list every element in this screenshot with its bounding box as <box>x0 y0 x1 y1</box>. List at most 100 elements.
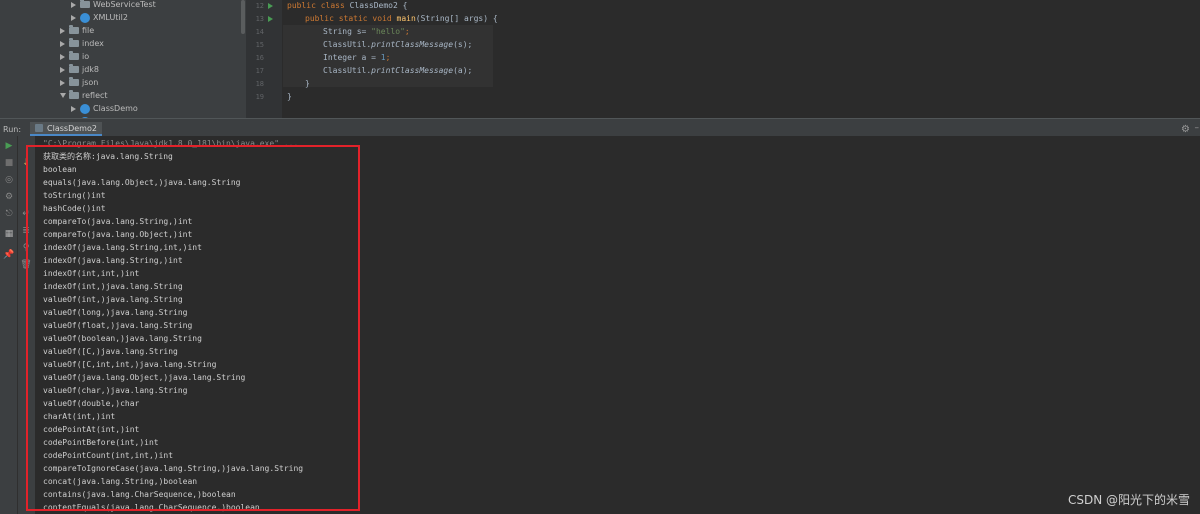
console-line: valueOf(char,)java.lang.String <box>43 386 188 395</box>
settings-icon[interactable]: ⚙ <box>4 192 14 202</box>
console-line: valueOf(java.lang.Object,)java.lang.Stri… <box>43 373 246 382</box>
chevron-right-icon[interactable] <box>59 66 66 74</box>
run-toolbar: ▶ ■ ◎ ⚙ ⎋ ▦ 📌 <box>0 136 18 514</box>
console-line: equals(java.lang.Object,)java.lang.Strin… <box>43 178 241 187</box>
code-line-14: String s= "hello"; <box>323 27 410 36</box>
tab-label: ClassDemo2 <box>47 123 97 133</box>
chevron-right-icon[interactable] <box>70 105 77 113</box>
tree-item-label: index <box>82 39 104 48</box>
print-icon[interactable]: ≣ <box>21 226 31 236</box>
soft-wrap-icon[interactable]: ↵ <box>21 209 31 219</box>
tree-item-reflect[interactable]: reflect <box>59 89 108 102</box>
console-line: valueOf(float,)java.lang.String <box>43 321 193 330</box>
tab-classdemo2[interactable]: ClassDemo2 <box>30 122 102 136</box>
tree-item-label: WebServiceTest <box>93 0 156 9</box>
console-line: compareToIgnoreCase(java.lang.String,)ja… <box>43 464 304 473</box>
code-line-15: ClassUtil.printClassMessage(s); <box>323 40 473 49</box>
run-toolbar-secondary: ⇣ ↵ ≣ ⚲ 🗑 <box>18 136 35 514</box>
console-line: compareTo(java.lang.Object,)int <box>43 230 193 239</box>
console-line: valueOf(int,)java.lang.String <box>43 295 183 304</box>
pin-icon[interactable]: 📌 <box>3 250 14 260</box>
hide-panel-icon[interactable]: – <box>1195 123 1200 133</box>
console-line: indexOf(int,int,)int <box>43 269 140 278</box>
folder-icon <box>69 77 79 86</box>
line-number: 15 <box>255 41 264 49</box>
console-line: contains(java.lang.CharSequence,)boolean <box>43 490 236 499</box>
tree-item-label: reflect <box>82 91 108 100</box>
console-line: compareTo(java.lang.String,)int <box>43 217 193 226</box>
watermark: CSDN @阳光下的米雪 <box>1067 493 1190 507</box>
console-output[interactable]: "C:\Program Files\Java\jdk1.8.0_181\bin\… <box>35 136 1200 514</box>
chevron-right-icon[interactable] <box>59 40 66 48</box>
folder-icon <box>80 0 90 8</box>
line-number: 13 <box>255 15 264 23</box>
console-line: contentEquals(java.lang.CharSequence,)bo… <box>43 503 260 512</box>
editor-gutter: 12 13 14 15 16 17 18 19 <box>246 0 282 118</box>
console-command: "C:\Program Files\Java\jdk1.8.0_181\bin\… <box>43 139 299 148</box>
tree-item-label: io <box>82 52 90 61</box>
java-class-icon <box>80 103 90 114</box>
tree-item-json[interactable]: json <box>59 76 98 89</box>
console-line: hashCode()int <box>43 204 106 213</box>
console-line: valueOf([C,)java.lang.String <box>43 347 178 356</box>
gear-icon[interactable]: ⚙ <box>1181 124 1190 135</box>
dump-threads-icon[interactable]: ◎ <box>4 175 14 185</box>
tree-item-file[interactable]: file <box>59 24 94 37</box>
code-line-12: public class ClassDemo2 { <box>287 1 408 10</box>
layout-icon[interactable]: ▦ <box>4 229 14 239</box>
stop-icon[interactable]: ■ <box>4 158 14 168</box>
console-line: codePointCount(int,int,)int <box>43 451 174 460</box>
console-line: valueOf([C,int,int,)java.lang.String <box>43 360 217 369</box>
tree-item-classdemo[interactable]: ClassDemo <box>70 102 138 115</box>
console-line: valueOf(double,)char <box>43 399 140 408</box>
console-line: indexOf(java.lang.String,int,)int <box>43 243 202 252</box>
chevron-down-icon[interactable] <box>59 92 66 100</box>
tree-item-index[interactable]: index <box>59 37 104 50</box>
folder-icon <box>69 64 79 73</box>
tree-item-jdk8[interactable]: jdk8 <box>59 63 99 76</box>
chevron-right-icon[interactable] <box>70 14 77 22</box>
exit-icon[interactable]: ⎋ <box>4 209 14 219</box>
line-number: 17 <box>255 67 264 75</box>
chevron-right-icon[interactable] <box>70 1 77 9</box>
run-header: Run: ClassDemo2 ⚙ – <box>0 122 1200 136</box>
line-number: 19 <box>255 93 264 101</box>
code-line-17: ClassUtil.printClassMessage(a); <box>323 66 473 75</box>
run-main-icon[interactable] <box>268 16 273 22</box>
tree-item-io[interactable]: io <box>59 50 89 63</box>
console-line: toString()int <box>43 191 106 200</box>
project-tree-panel: WebServiceTest XMLUtil2 file index io jdk8 jso… <box>0 0 246 118</box>
clear-icon[interactable]: 🗑 <box>20 260 31 270</box>
console-line: boolean <box>43 165 77 174</box>
tree-item-label: ClassDemo <box>93 104 138 113</box>
console-line: charAt(int,)int <box>43 412 116 421</box>
tree-scrollbar[interactable] <box>241 0 245 34</box>
run-class-icon[interactable] <box>268 3 273 9</box>
folder-icon <box>69 51 79 60</box>
console-line: 获取类的名称:java.lang.String <box>43 152 173 161</box>
console-line: indexOf(int,)java.lang.String <box>43 282 183 291</box>
tree-item-xmlutil2[interactable]: XMLUtil2 <box>70 11 128 24</box>
tree-item-label: XMLUtil2 <box>93 13 128 22</box>
code-editor[interactable]: 12 13 14 15 16 17 18 19 public class ClassDemo2… <box>246 0 1200 118</box>
line-number: 18 <box>255 80 264 88</box>
scroll-to-end-icon[interactable]: ⇣ <box>21 158 31 168</box>
rerun-icon[interactable]: ▶ <box>4 141 14 151</box>
run-title: Run: <box>3 124 22 134</box>
java-class-icon <box>80 12 90 23</box>
java-class-icon <box>35 124 44 132</box>
chevron-right-icon[interactable] <box>59 79 66 87</box>
tree-item-webservicetest[interactable]: WebServiceTest <box>70 0 156 11</box>
folder-icon <box>69 90 79 99</box>
chevron-right-icon[interactable] <box>59 27 66 35</box>
code-line-16: Integer a = 1; <box>323 53 391 62</box>
filter-icon[interactable]: ⚲ <box>21 243 31 253</box>
folder-icon <box>69 25 79 34</box>
line-number: 16 <box>255 54 264 62</box>
code-line-18: } <box>305 79 310 88</box>
console-line: valueOf(long,)java.lang.String <box>43 308 188 317</box>
console-line: concat(java.lang.String,)boolean <box>43 477 198 486</box>
tree-item-label: jdk8 <box>82 65 100 74</box>
console-line: codePointAt(int,)int <box>43 425 140 434</box>
chevron-right-icon[interactable] <box>59 53 66 61</box>
